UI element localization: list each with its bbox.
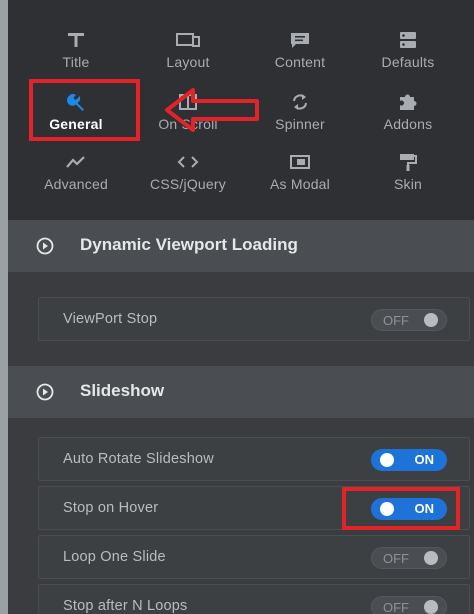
nav-item-label: Addons (383, 116, 433, 132)
setting-row-loop-one-slide: Loop One Slide OFF (38, 535, 470, 579)
play-circle-icon (36, 383, 54, 406)
puzzle-icon (354, 90, 462, 114)
play-circle-icon (36, 237, 54, 260)
setting-label: Auto Rotate Slideshow (63, 451, 214, 467)
setting-label: Stop after N Loops (63, 598, 188, 614)
stop-after-n-loops-toggle[interactable]: OFF (371, 596, 447, 614)
section-title: Dynamic Viewport Loading (80, 235, 298, 254)
nav-item-label: Defaults (381, 54, 435, 70)
nav-item-advanced[interactable]: Advanced (22, 146, 130, 202)
nav-item-skin[interactable]: Skin (354, 146, 462, 202)
auto-rotate-toggle[interactable]: ON (371, 449, 447, 471)
chart-line-icon (22, 150, 130, 174)
nav-item-addons[interactable]: Addons (354, 86, 462, 142)
setting-row-stop-after-n-loops: Stop after N Loops OFF (38, 584, 470, 614)
highlight-box-stop-on-hover (342, 487, 460, 530)
nav-item-label: Title (62, 54, 90, 70)
setting-label: ViewPort Stop (63, 311, 158, 327)
toggle-knob (424, 551, 438, 565)
toggle-state: OFF (383, 600, 409, 614)
section-header-viewport[interactable]: Dynamic Viewport Loading (8, 220, 474, 272)
nav-item-label: Advanced (44, 176, 108, 192)
toggle-knob (424, 313, 438, 327)
loop-one-slide-toggle[interactable]: OFF (371, 547, 447, 569)
nav-item-label: As Modal (270, 176, 330, 192)
layout-icon (134, 28, 242, 52)
settings-panel: Title Layout Content Defaults General On… (8, 0, 474, 614)
toggle-state: OFF (383, 551, 409, 566)
code-icon (134, 150, 242, 174)
nav-item-label: Content (274, 54, 326, 70)
modal-icon (246, 150, 354, 174)
defaults-icon (354, 28, 462, 52)
nav-item-label: Skin (393, 176, 423, 192)
nav-item-as-modal[interactable]: As Modal (246, 146, 354, 202)
section-header-slideshow[interactable]: Slideshow (8, 366, 474, 418)
nav-item-defaults[interactable]: Defaults (354, 24, 462, 80)
setting-label: Loop One Slide (63, 549, 166, 565)
nav-item-label: CSS/jQuery (150, 176, 226, 192)
toggle-state: ON (414, 452, 435, 467)
highlight-box-general (29, 79, 140, 141)
viewport-stop-toggle[interactable]: OFF (371, 309, 447, 331)
nav-item-content[interactable]: Content (246, 24, 354, 80)
nav-item-title[interactable]: Title (22, 24, 130, 80)
setting-label: Stop on Hover (63, 500, 159, 516)
annotation-arrow-icon (165, 88, 259, 132)
nav-item-label: Layout (166, 54, 210, 70)
nav-item-layout[interactable]: Layout (134, 24, 242, 80)
toggle-knob (424, 600, 438, 614)
paint-roller-icon (354, 150, 462, 174)
setting-row-auto-rotate: Auto Rotate Slideshow ON (38, 437, 470, 481)
left-edge-strip (0, 0, 8, 614)
title-icon (22, 28, 130, 52)
toggle-state: OFF (383, 313, 409, 328)
content-icon (246, 28, 354, 52)
settings-nav: Title Layout Content Defaults General On… (8, 0, 474, 228)
setting-row-viewport-stop: ViewPort Stop OFF (38, 297, 470, 341)
toggle-knob (380, 453, 394, 467)
nav-item-css-jquery[interactable]: CSS/jQuery (134, 146, 242, 202)
section-title: Slideshow (80, 381, 165, 400)
